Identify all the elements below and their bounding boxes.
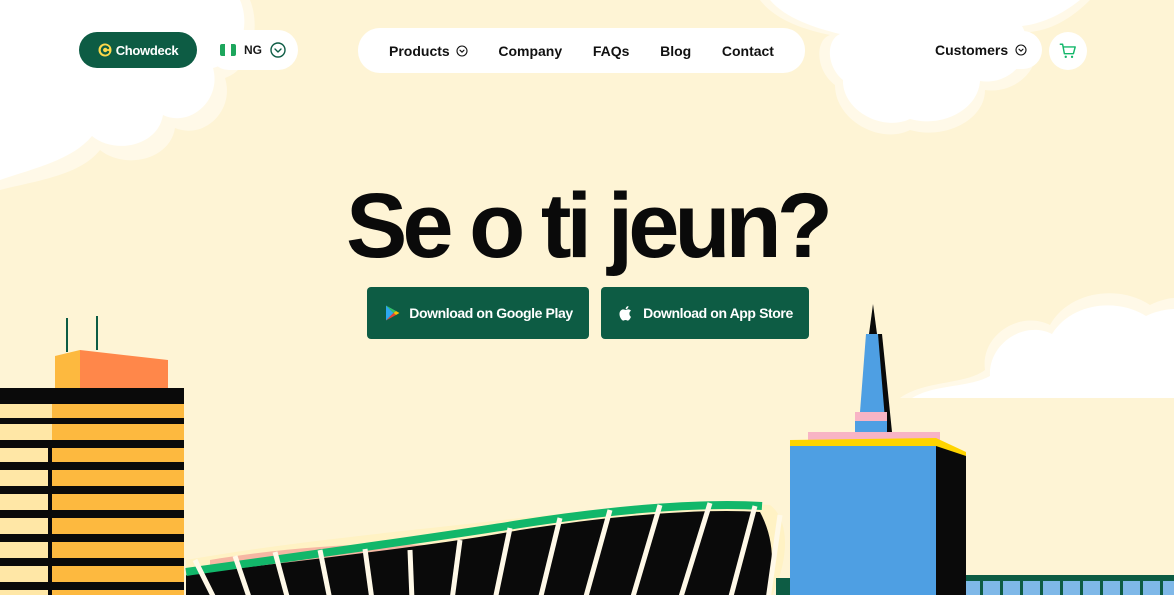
hero-headline: Se o ti jeun?: [346, 175, 833, 277]
stadium: [185, 500, 785, 595]
nav-item-blog[interactable]: Blog: [660, 43, 691, 59]
cart-icon: [1059, 43, 1076, 59]
nav-item-label: Blog: [660, 42, 692, 59]
customers-label: Customers: [935, 42, 1009, 58]
chevron-down-icon: [456, 44, 468, 57]
cloud-top-right: [760, 0, 1090, 135]
google-play-button[interactable]: Download on Google Play: [367, 287, 589, 339]
chevron-down-icon: [1015, 44, 1027, 56]
nav-item-label: Company: [498, 42, 563, 59]
nav-item-label: Products: [389, 42, 450, 59]
apple-icon: [619, 306, 632, 321]
tower-right: [790, 304, 966, 595]
nav-item-company[interactable]: Company: [498, 43, 562, 59]
page: Chowdeck NG Products Company FAQs Blog C…: [0, 0, 1174, 595]
country-code: NG: [244, 43, 262, 57]
app-store-label: Download on App Store: [643, 305, 793, 321]
google-play-label: Download on Google Play: [409, 305, 573, 321]
chevron-down-icon: [270, 42, 286, 58]
customers-dropdown[interactable]: Customers: [918, 31, 1042, 69]
nav-item-contact[interactable]: Contact: [722, 43, 774, 59]
country-selector[interactable]: NG: [209, 30, 298, 70]
chowdeck-logo-button[interactable]: Chowdeck: [79, 32, 197, 68]
nav-item-label: FAQs: [592, 42, 630, 59]
brand-name: Chowdeck: [115, 42, 179, 58]
app-store-button[interactable]: Download on App Store: [601, 287, 809, 339]
building-left: [0, 316, 184, 595]
nav-item-faqs[interactable]: FAQs: [593, 43, 630, 59]
nav-item-label: Contact: [721, 42, 774, 59]
cart-button[interactable]: [1049, 32, 1087, 70]
nav-item-products[interactable]: Products: [389, 43, 468, 59]
cloud-top-left: [0, 0, 255, 190]
google-play-icon: [386, 305, 400, 321]
cloud-right: [900, 293, 1174, 398]
main-nav: Products Company FAQs Blog Contact: [358, 28, 805, 73]
chowdeck-logo-icon: [98, 43, 112, 57]
nigeria-flag-icon: [220, 44, 236, 56]
